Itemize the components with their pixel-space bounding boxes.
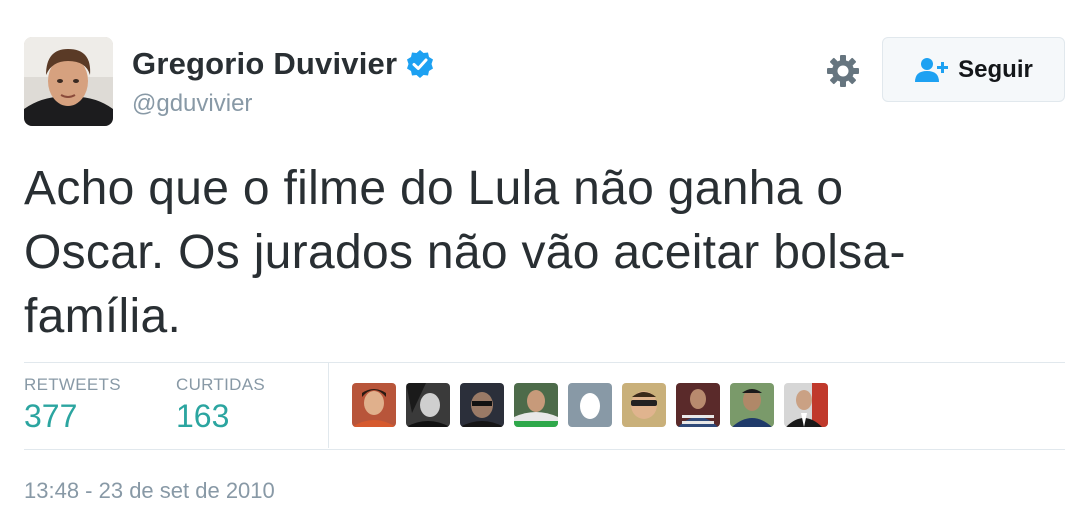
name-row: Gregorio Duvivier [132, 44, 435, 84]
tweet-line: Oscar. Os jurados não vão aceitar bolsa- [24, 226, 906, 279]
likes-label: CURTIDAS [176, 375, 265, 394]
stats-top-divider [24, 362, 1065, 363]
add-user-icon [914, 56, 950, 84]
likes-stat[interactable]: CURTIDAS 163 [176, 375, 265, 435]
liker-avatars [352, 383, 838, 427]
retweets-count: 377 [24, 398, 78, 434]
default-avatar-egg-icon[interactable] [568, 383, 612, 427]
follow-label: Seguir [958, 55, 1033, 83]
retweets-label: RETWEETS [24, 375, 121, 394]
liker-avatar[interactable] [460, 383, 504, 427]
follow-button[interactable]: Seguir [882, 37, 1065, 102]
retweets-stat[interactable]: RETWEETS 377 [24, 375, 121, 435]
liker-avatar[interactable] [352, 383, 396, 427]
gear-icon[interactable] [824, 52, 862, 90]
liker-avatar[interactable] [622, 383, 666, 427]
liker-avatar[interactable] [730, 383, 774, 427]
avatar-photo [24, 37, 113, 126]
tweet-text: Acho que o filme do Lula não ganha o Osc… [24, 157, 1034, 349]
display-name[interactable]: Gregorio Duvivier [132, 46, 397, 82]
liker-avatar[interactable] [784, 383, 828, 427]
liker-avatar[interactable] [406, 383, 450, 427]
stats-bottom-divider [24, 449, 1065, 450]
liker-avatar[interactable] [676, 383, 720, 427]
verified-badge-icon [405, 49, 435, 79]
likes-count: 163 [176, 398, 230, 434]
tweet-timestamp[interactable]: 13:48 - 23 de set de 2010 [24, 478, 275, 504]
tweet-line: família. [24, 290, 182, 343]
liker-avatar[interactable] [514, 383, 558, 427]
user-handle[interactable]: @gduvivier [132, 90, 252, 118]
tweet-line: Acho que o filme do Lula não ganha o [24, 162, 844, 215]
user-avatar[interactable] [24, 37, 113, 126]
stats-vertical-divider [328, 363, 329, 448]
